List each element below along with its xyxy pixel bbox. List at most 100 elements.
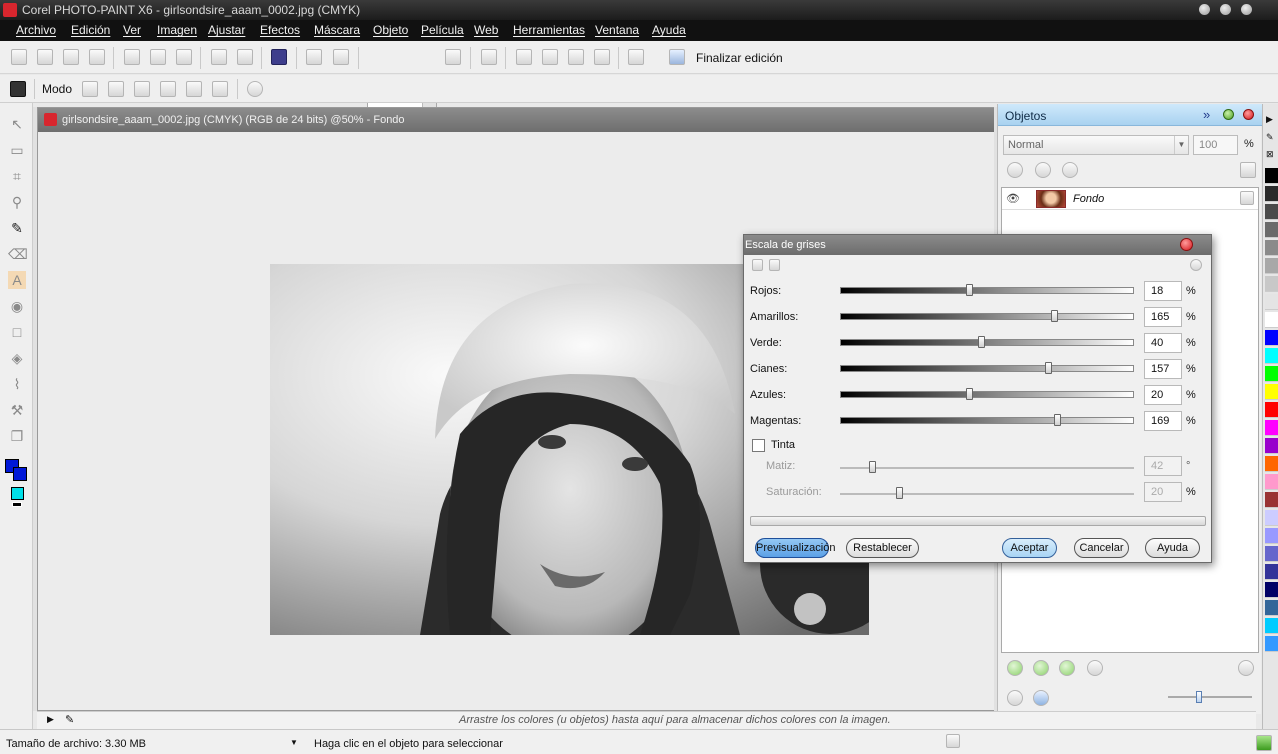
palette-swatch[interactable] <box>1265 204 1278 220</box>
edit-icon[interactable] <box>1033 690 1049 706</box>
palette-swatch[interactable] <box>1265 294 1278 310</box>
apply-icon[interactable] <box>247 81 263 97</box>
menu-web[interactable]: Web <box>474 23 498 37</box>
menu-pelicula[interactable]: Película <box>421 23 464 37</box>
thumbnail-size-slider[interactable] <box>1168 691 1252 703</box>
fill-color-swatch[interactable] <box>11 487 24 500</box>
fill-tool-icon[interactable]: ◈ <box>8 349 26 367</box>
hue-slider[interactable] <box>840 461 1134 473</box>
reset-colors-icon[interactable] <box>12 502 22 507</box>
slider-cianes[interactable] <box>840 362 1134 374</box>
slider-thumb[interactable] <box>1054 414 1062 426</box>
new-object-icon[interactable] <box>1007 660 1023 676</box>
print-icon[interactable] <box>89 49 105 65</box>
zoom-fit-icon[interactable] <box>445 49 461 65</box>
effect-tool-icon[interactable]: ⚒ <box>8 401 26 419</box>
palette-swatch[interactable] <box>1265 312 1278 328</box>
menu-archivo[interactable]: Archivo <box>16 23 56 37</box>
palette-swatch[interactable] <box>1265 384 1278 400</box>
palette-swatch[interactable] <box>1265 366 1278 382</box>
new-clip-mask-icon[interactable] <box>1059 660 1075 676</box>
dialog-menu-icon[interactable] <box>1190 259 1202 271</box>
mask-overlay-icon[interactable] <box>542 49 558 65</box>
expand-docker-icon[interactable]: » <box>1203 107 1210 122</box>
layer-lock-icon[interactable] <box>1240 191 1254 205</box>
saturation-field[interactable]: 20 <box>1144 482 1182 502</box>
slider-magentas[interactable] <box>840 414 1134 426</box>
palette-swatch[interactable] <box>1265 564 1278 580</box>
dialog-close-button[interactable] <box>1180 238 1193 251</box>
value-field-azules[interactable]: 20 <box>1144 385 1182 405</box>
finish-edit-icon[interactable] <box>669 49 685 65</box>
palette-swatch[interactable] <box>1265 330 1278 346</box>
palette-swatch[interactable] <box>1265 618 1278 634</box>
play-icon[interactable]: ▶ <box>47 714 54 725</box>
saturation-slider[interactable] <box>840 487 1134 499</box>
menu-ayuda[interactable]: Ayuda <box>652 23 686 37</box>
skew-mode-icon[interactable] <box>160 81 176 97</box>
distort-mode-icon[interactable] <box>186 81 202 97</box>
mask-tool-icon[interactable]: ▭ <box>8 141 26 159</box>
zoom-tool-icon[interactable]: ⚲ <box>8 193 26 211</box>
lock-transparency-icon[interactable] <box>1035 162 1051 178</box>
slider-thumb[interactable] <box>966 284 974 296</box>
mask-lock-icon[interactable] <box>1062 162 1078 178</box>
objects-options-icon[interactable] <box>1240 162 1256 178</box>
ok-button[interactable]: Aceptar <box>1002 538 1057 558</box>
dock-minimize-button[interactable] <box>1223 109 1234 120</box>
object-properties-icon[interactable] <box>1007 690 1023 706</box>
save-icon[interactable] <box>63 49 79 65</box>
mask-marquee-icon[interactable] <box>568 49 584 65</box>
new-file-icon[interactable] <box>11 49 27 65</box>
palette-swatch[interactable] <box>1265 276 1278 292</box>
dock-close-button[interactable] <box>1243 109 1254 120</box>
object-marquee-icon[interactable] <box>594 49 610 65</box>
paste-icon[interactable] <box>176 49 192 65</box>
palette-swatch[interactable] <box>1265 510 1278 526</box>
slider-thumb[interactable] <box>1045 362 1053 374</box>
eyedropper-palette-icon[interactable]: ✎ <box>1266 132 1274 143</box>
redo-icon[interactable] <box>237 49 253 65</box>
layer-row[interactable]: 👁 Fondo <box>1002 188 1258 210</box>
slider-amarillos[interactable] <box>840 310 1134 322</box>
value-field-verde[interactable]: 40 <box>1144 333 1182 353</box>
slider-verde[interactable] <box>840 336 1134 348</box>
slider-thumb[interactable] <box>895 487 903 499</box>
eyedropper-icon[interactable]: ✎ <box>65 713 74 726</box>
undo-icon[interactable] <box>211 49 227 65</box>
secondary-color-swatch[interactable] <box>13 467 27 481</box>
reset-button[interactable]: Restablecer <box>846 538 919 558</box>
minimize-button[interactable] <box>1199 4 1210 15</box>
value-field-magentas[interactable]: 169 <box>1144 411 1182 431</box>
palette-swatch[interactable] <box>1265 600 1278 616</box>
value-field-amarillos[interactable]: 165 <box>1144 307 1182 327</box>
menu-ventana[interactable]: Ventana <box>595 23 639 37</box>
help-button[interactable]: Ayuda <box>1145 538 1200 558</box>
text-tool-icon[interactable]: A <box>8 271 26 289</box>
copy-icon[interactable] <box>150 49 166 65</box>
slider-rojos[interactable] <box>840 284 1134 296</box>
palette-swatch[interactable] <box>1265 636 1278 652</box>
palette-swatch[interactable] <box>1265 402 1278 418</box>
maximize-button[interactable] <box>1220 4 1231 15</box>
delete-object-icon[interactable] <box>1238 660 1254 676</box>
preview-after-icon[interactable] <box>769 259 780 271</box>
cancel-button[interactable]: Cancelar <box>1074 538 1129 558</box>
preview-before-icon[interactable] <box>752 259 763 271</box>
palette-swatch[interactable] <box>1265 474 1278 490</box>
cut-icon[interactable] <box>124 49 140 65</box>
rotate-mode-icon[interactable] <box>108 81 124 97</box>
palette-swatch[interactable] <box>1265 528 1278 544</box>
pick-tool-icon[interactable]: ↖ <box>8 115 26 133</box>
show-mask-icon[interactable] <box>516 49 532 65</box>
slider-thumb[interactable] <box>869 461 877 473</box>
palette-scroll-up-icon[interactable]: ▶ <box>1266 114 1273 125</box>
finish-edit-button[interactable]: Finalizar edición <box>696 51 783 65</box>
palette-swatch[interactable] <box>1265 222 1278 238</box>
palette-swatch[interactable] <box>1265 582 1278 598</box>
menu-efectos[interactable]: Efectos <box>260 23 300 37</box>
open-file-icon[interactable] <box>37 49 53 65</box>
palette-swatch[interactable] <box>1265 186 1278 202</box>
palette-swatch[interactable] <box>1265 258 1278 274</box>
combine-icon[interactable] <box>1087 660 1103 676</box>
